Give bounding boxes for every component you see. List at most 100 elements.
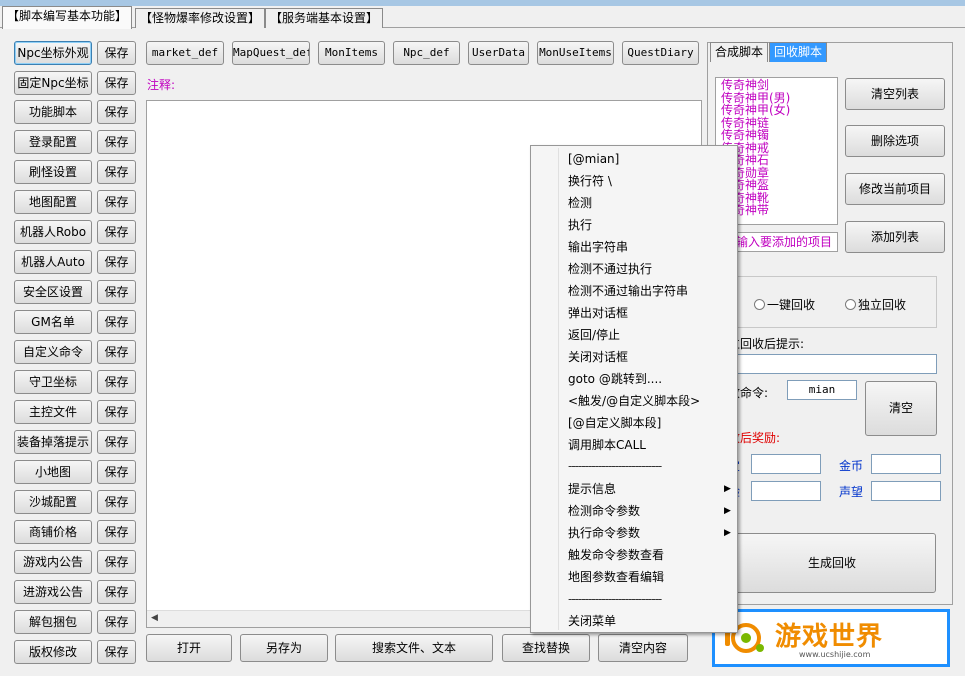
safe-zone-button[interactable]: 安全区设置 bbox=[14, 280, 92, 304]
save-button[interactable]: 保存 bbox=[97, 220, 136, 244]
menu-item-hint-info[interactable]: 提示信息 ▶ bbox=[568, 479, 731, 499]
list-item[interactable]: 传奇神甲(女) bbox=[721, 104, 837, 117]
menu-item-return-stop[interactable]: 返回/停止 bbox=[568, 325, 620, 345]
menu-item-custom-segment[interactable]: [@自定义脚本段] bbox=[568, 413, 661, 433]
fixed-npc-button[interactable]: 固定Npc坐标 bbox=[14, 71, 92, 95]
list-item[interactable]: 传奇神镯 bbox=[721, 129, 837, 142]
npc-appearance-button[interactable]: Npc坐标外观 bbox=[14, 41, 92, 65]
gm-list-button[interactable]: GM名单 bbox=[14, 310, 92, 334]
menu-item-check-params[interactable]: 检测命令参数 ▶ bbox=[568, 501, 731, 521]
menu-item-check-fail-output[interactable]: 检测不通过输出字符串 bbox=[568, 281, 688, 301]
login-notice-button[interactable]: 进游戏公告 bbox=[14, 580, 92, 604]
delete-option-button[interactable]: 删除选项 bbox=[845, 125, 945, 157]
menu-item-output-string[interactable]: 输出字符串 bbox=[568, 237, 628, 257]
minimap-button[interactable]: 小地图 bbox=[14, 460, 92, 484]
menu-item-mian[interactable]: [@mian] bbox=[568, 149, 619, 169]
file-monitems-button[interactable]: MonItems bbox=[318, 41, 385, 65]
save-as-button[interactable]: 另存为 bbox=[240, 634, 328, 662]
copyright-edit-button[interactable]: 版权修改 bbox=[14, 640, 92, 664]
drop-prompt-button[interactable]: 装备掉落提示 bbox=[14, 430, 92, 454]
file-userdata-button[interactable]: UserData bbox=[468, 41, 529, 65]
command-input[interactable]: mian bbox=[787, 380, 857, 400]
open-button[interactable]: 打开 bbox=[146, 634, 232, 662]
castle-config-button[interactable]: 沙城配置 bbox=[14, 490, 92, 514]
save-button[interactable]: 保存 bbox=[97, 250, 136, 274]
find-replace-button[interactable]: 查找替换 bbox=[502, 634, 590, 662]
save-button[interactable]: 保存 bbox=[97, 71, 136, 95]
save-button[interactable]: 保存 bbox=[97, 610, 136, 634]
menu-item-trigger-segment[interactable]: <触发/@自定义脚本段> bbox=[568, 391, 700, 411]
save-button[interactable]: 保存 bbox=[97, 460, 136, 484]
save-button[interactable]: 保存 bbox=[97, 310, 136, 334]
add-list-button[interactable]: 添加列表 bbox=[845, 221, 945, 253]
scroll-left-icon[interactable]: ◀ bbox=[151, 613, 158, 623]
reward-prestige-input[interactable] bbox=[871, 481, 941, 501]
shop-price-button[interactable]: 商铺价格 bbox=[14, 520, 92, 544]
save-button[interactable]: 保存 bbox=[97, 520, 136, 544]
menu-item-newline[interactable]: 换行符 \ bbox=[568, 171, 612, 191]
clear-command-button[interactable]: 清空 bbox=[865, 381, 937, 436]
file-market-def-button[interactable]: market_def bbox=[146, 41, 224, 65]
save-button[interactable]: 保存 bbox=[97, 580, 136, 604]
save-button[interactable]: 保存 bbox=[97, 400, 136, 424]
radio-independent-recycle[interactable]: 独立回收 bbox=[845, 298, 906, 312]
login-config-button[interactable]: 登录配置 bbox=[14, 130, 92, 154]
menu-item-map-params[interactable]: 地图参数查看编辑 bbox=[568, 567, 664, 587]
save-button[interactable]: 保存 bbox=[97, 280, 136, 304]
menu-item-check[interactable]: 检测 bbox=[568, 193, 592, 213]
reward-gold-input[interactable] bbox=[871, 454, 941, 474]
tab-server-settings[interactable]: 【服务端基本设置】 bbox=[265, 8, 384, 28]
edit-item-button[interactable]: 修改当前项目 bbox=[845, 173, 945, 205]
clear-list-button[interactable]: 清空列表 bbox=[845, 78, 945, 110]
guard-coords-button[interactable]: 守卫坐标 bbox=[14, 370, 92, 394]
save-button[interactable]: 保存 bbox=[97, 340, 136, 364]
menu-item-close-menu[interactable]: 关闭菜单 bbox=[568, 611, 616, 631]
save-button[interactable]: 保存 bbox=[97, 160, 136, 184]
menu-item-exec-params[interactable]: 执行命令参数 ▶ bbox=[568, 523, 731, 543]
list-item[interactable]: 传奇神剑 bbox=[721, 79, 837, 92]
tab-script-basic[interactable]: 【脚本编写基本功能】 bbox=[2, 6, 133, 29]
menu-item-execute[interactable]: 执行 bbox=[568, 215, 592, 235]
menu-item-close-dialog[interactable]: 关闭对话框 bbox=[568, 347, 628, 367]
file-monuseitems-button[interactable]: MonUseItems bbox=[537, 41, 614, 65]
save-button[interactable]: 保存 bbox=[97, 490, 136, 514]
generate-recycle-button[interactable]: 生成回收 bbox=[728, 533, 936, 593]
prompt-input[interactable] bbox=[714, 354, 937, 374]
function-script-button[interactable]: 功能脚本 bbox=[14, 100, 92, 124]
save-button[interactable]: 保存 bbox=[97, 130, 136, 154]
save-button[interactable]: 保存 bbox=[97, 41, 136, 65]
menu-item-check-fail-exec[interactable]: 检测不通过执行 bbox=[568, 259, 652, 279]
save-button[interactable]: 保存 bbox=[97, 190, 136, 214]
list-item[interactable]: 传奇神盔 bbox=[721, 179, 837, 192]
robot-robo-button[interactable]: 机器人Robo bbox=[14, 220, 92, 244]
menu-item-call-script[interactable]: 调用脚本CALL bbox=[568, 435, 646, 455]
save-button[interactable]: 保存 bbox=[97, 370, 136, 394]
save-button[interactable]: 保存 bbox=[97, 640, 136, 664]
tab-recycle-script[interactable]: 回收脚本 bbox=[769, 42, 828, 62]
menu-item-popup-dialog[interactable]: 弹出对话框 bbox=[568, 303, 628, 323]
monster-spawn-button[interactable]: 刷怪设置 bbox=[14, 160, 92, 184]
list-item[interactable]: 传奇神石 bbox=[721, 154, 837, 167]
master-file-button[interactable]: 主控文件 bbox=[14, 400, 92, 424]
save-button[interactable]: 保存 bbox=[97, 550, 136, 574]
save-button[interactable]: 保存 bbox=[97, 430, 136, 454]
menu-item-goto[interactable]: goto @跳转到.... bbox=[568, 369, 662, 389]
reward-yuanbao-input[interactable] bbox=[751, 454, 821, 474]
radio-one-click-recycle[interactable]: 一键回收 bbox=[754, 298, 815, 312]
robot-auto-button[interactable]: 机器人Auto bbox=[14, 250, 92, 274]
save-button[interactable]: 保存 bbox=[97, 100, 136, 124]
file-questdiary-button[interactable]: QuestDiary bbox=[622, 41, 699, 65]
map-config-button[interactable]: 地图配置 bbox=[14, 190, 92, 214]
tab-synthesis-script[interactable]: 合成脚本 bbox=[710, 42, 769, 62]
ingame-notice-button[interactable]: 游戏内公告 bbox=[14, 550, 92, 574]
tab-monster-drop[interactable]: 【怪物爆率修改设置】 bbox=[135, 8, 266, 28]
menu-item-trigger-params[interactable]: 触发命令参数查看 bbox=[568, 545, 664, 565]
search-files-button[interactable]: 搜索文件、文本 bbox=[335, 634, 493, 662]
file-mapquest-def-button[interactable]: MapQuest_def bbox=[232, 41, 310, 65]
list-item[interactable]: 传奇神带 bbox=[721, 204, 837, 217]
unpack-pack-button[interactable]: 解包捆包 bbox=[14, 610, 92, 634]
custom-command-button[interactable]: 自定义命令 bbox=[14, 340, 92, 364]
clear-content-button[interactable]: 清空内容 bbox=[598, 634, 688, 662]
reward-exp-input[interactable] bbox=[751, 481, 821, 501]
file-npc-def-button[interactable]: Npc_def bbox=[393, 41, 460, 65]
